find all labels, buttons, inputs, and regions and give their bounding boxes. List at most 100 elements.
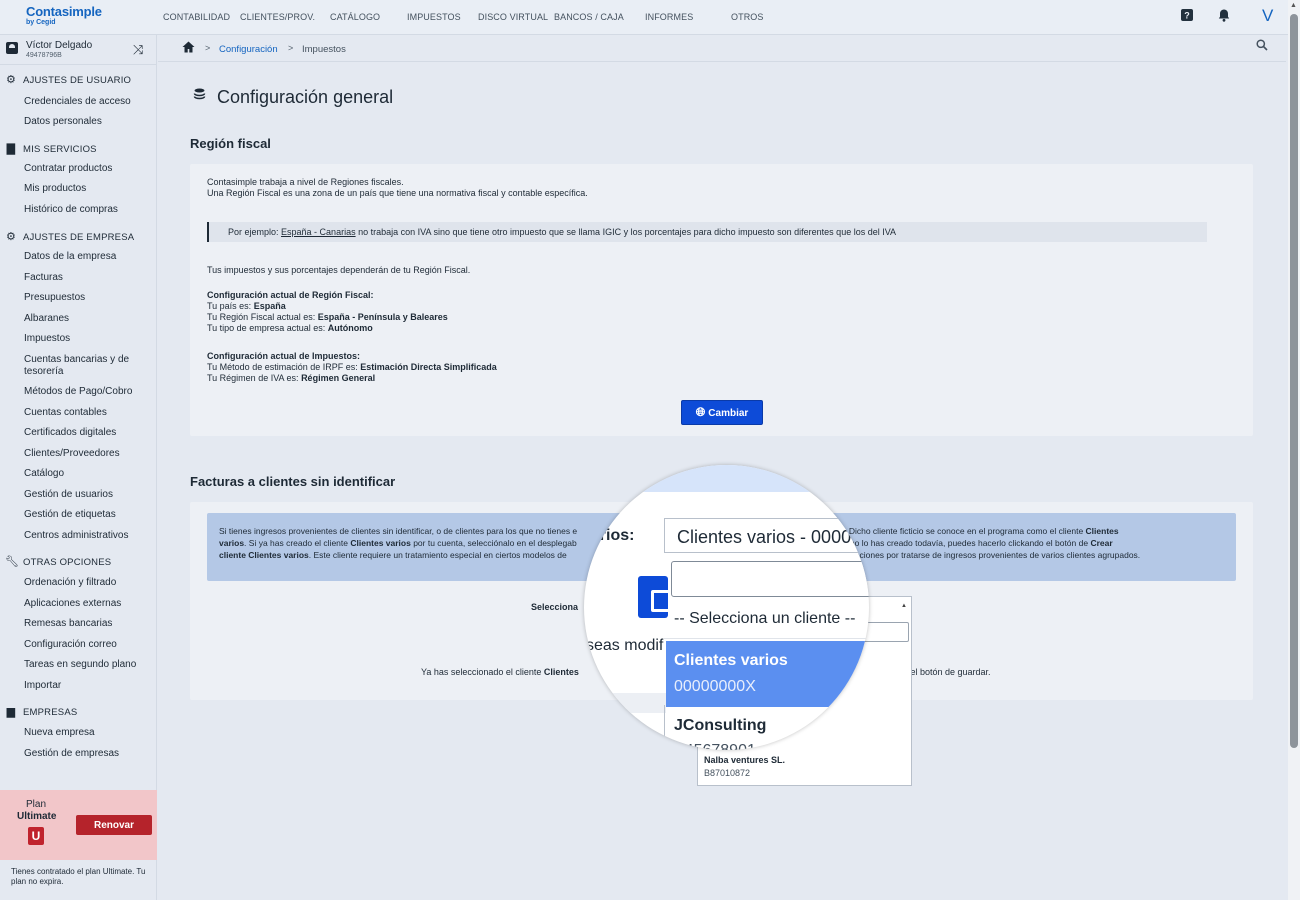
country-line: Tu país es: España (207, 301, 286, 311)
option-jconsulting-name[interactable]: JConsulting (674, 717, 766, 735)
avatar[interactable]: V (1262, 6, 1273, 26)
plan-badge: U (28, 827, 44, 845)
iva-line: Tu Régimen de IVA es: Régimen General (207, 373, 376, 383)
sidebar-item-tareas[interactable]: Tareas en segundo plano (24, 659, 144, 671)
region-intro-1: Contasimple trabaja a nivel de Regiones … (207, 177, 404, 187)
switch-user-icon[interactable]: ⤨ (133, 42, 143, 58)
region-line: Tu Región Fiscal actual es: España - Pen… (207, 312, 448, 322)
sidebar-item-nueva-empresa[interactable]: Nueva empresa (24, 727, 144, 739)
sidebar-item-albaranes[interactable]: Albaranes (24, 313, 144, 325)
sidebar-item-importar[interactable]: Importar (24, 680, 144, 692)
sidebar-section-services: ▇ MIS SERVICIOS (5, 142, 97, 155)
section-title: AJUSTES DE USUARIO (23, 75, 132, 86)
section-title: OTRAS OPCIONES (23, 557, 112, 568)
highlighted-option-name: Clientes varios (674, 652, 788, 669)
sidebar-item-facturas[interactable]: Facturas (24, 272, 144, 284)
gear-icon: ⚙ (5, 74, 17, 86)
sidebar-item-aplicaciones[interactable]: Aplicaciones externas (24, 598, 144, 610)
sidebar-item-gestion-empresas[interactable]: Gestión de empresas (24, 748, 144, 760)
search-icon[interactable] (1256, 39, 1268, 54)
sidebar-item-datos-empresa[interactable]: Datos de la empresa (24, 251, 144, 263)
nav-contabilidad[interactable]: CONTABILIDAD (163, 12, 230, 22)
unidentified-title: Facturas a clientes sin identificar (190, 474, 396, 489)
sidebar-item-cuentas-bancarias[interactable]: Cuentas bancarias y de tesorería (24, 354, 144, 378)
database-icon (193, 88, 206, 104)
sidebar-section-company-settings: ⚙ AJUSTES DE EMPRESA (5, 230, 134, 243)
sidebar-item-gestion-usuarios[interactable]: Gestión de usuarios (24, 489, 144, 501)
nav-bancos-caja[interactable]: BANCOS / CAJA (554, 12, 624, 22)
sidebar-item-impuestos[interactable]: Impuestos (24, 333, 144, 345)
globe-icon: 🌐︎ (695, 405, 706, 419)
bell-icon[interactable] (1218, 9, 1230, 25)
sidebar-item-gestion-etiquetas[interactable]: Gestión de etiquetas (24, 509, 144, 521)
chevron-right-icon: > (205, 43, 211, 53)
page-title: Configuración general (217, 87, 394, 107)
magnified-deseas-text: seas modif (586, 637, 664, 654)
top-navbar: Contasimple by Cegid CONTABILIDAD CLIENT… (0, 0, 1300, 35)
breadcrumb-configuracion[interactable]: Configuración (219, 44, 278, 55)
example-text: Por ejemplo: España - Canarias no trabaj… (228, 227, 897, 237)
sidebar-item-mis-productos[interactable]: Mis productos (24, 183, 144, 195)
brand-sub: by Cegid (26, 19, 56, 26)
user-id: 49478796B (26, 52, 62, 59)
sidebar-section-companies: ▆ EMPRESAS (5, 705, 78, 718)
nav-catalogo[interactable]: CATÁLOGO (330, 12, 380, 22)
caret-up-icon: ▲ (901, 603, 907, 609)
region-depends: Tus impuestos y sus porcentajes depender… (207, 265, 471, 275)
wrench-icon: 🔧︎ (5, 556, 20, 568)
highlighted-option[interactable] (666, 641, 869, 707)
sidebar-item-remesas[interactable]: Remesas bancarias (24, 618, 144, 630)
create-client-button[interactable] (638, 576, 671, 618)
contasimple-logo[interactable]: Contasimple by Cegid (26, 5, 102, 26)
select-client-label: Selecciona (531, 602, 579, 612)
sidebar-item-catalogo[interactable]: Catálogo (24, 468, 144, 480)
sidebar-item-certificados[interactable]: Certificados digitales (24, 427, 144, 439)
dropdown-option-name[interactable]: Nalba ventures SL. (704, 755, 785, 765)
section-title: AJUSTES DE EMPRESA (23, 232, 135, 243)
breadcrumb: > Configuración > Impuestos (158, 35, 1286, 62)
irpf-line: Tu Método de estimación de IRPF es: Esti… (207, 362, 497, 372)
sidebar-item-historico[interactable]: Histórico de compras (24, 204, 144, 216)
scrollbar-thumb[interactable] (1290, 14, 1298, 748)
nav-otros[interactable]: OTROS (731, 12, 764, 22)
sidebar-item-cuentas-contables[interactable]: Cuentas contables (24, 407, 144, 419)
scroll-up-icon[interactable]: ▲ (1290, 2, 1297, 9)
nav-impuestos[interactable]: IMPUESTOS (407, 12, 461, 22)
dropdown-option-id: B87010872 (704, 768, 751, 778)
example-note: Por ejemplo: España - Canarias no trabaj… (207, 222, 1207, 242)
section-title: EMPRESAS (23, 707, 78, 718)
sidebar-item-centros[interactable]: Centros administrativos (24, 530, 144, 542)
sidebar-item-presupuestos[interactable]: Presupuestos (24, 292, 144, 304)
example-link[interactable]: España - Canarias (281, 227, 356, 237)
region-fiscal-title: Región fiscal (190, 136, 271, 151)
plan-note: Tienes contratado el plan Ultimate. Tu p… (11, 867, 146, 886)
selected-client-value: Clientes varios - 0000 (677, 527, 852, 547)
sidebar-item-config-correo[interactable]: Configuración correo (24, 639, 144, 651)
nav-clientes-prov[interactable]: CLIENTES/PROV. (240, 12, 315, 22)
divider (664, 638, 869, 639)
breadcrumb-impuestos: Impuestos (302, 44, 346, 55)
divider (664, 705, 665, 750)
company-type-line: Tu tipo de empresa actual es: Autónomo (207, 323, 373, 333)
sidebar: Víctor Delgado 49478796B ⤨ ⚙ AJUSTES DE U… (0, 35, 157, 900)
nav-disco-virtual[interactable]: DISCO VIRTUAL (478, 12, 548, 22)
sidebar-item-datos-personales[interactable]: Datos personales (24, 116, 144, 128)
select-placeholder-option[interactable]: -- Selecciona un cliente -- (674, 610, 855, 628)
plan-box: Plan Ultimate U Renovar (0, 790, 157, 860)
sidebar-item-clientes-proveedores[interactable]: Clientes/Proveedores (24, 448, 144, 460)
sidebar-item-credenciales[interactable]: Credenciales de acceso (24, 96, 144, 108)
home-icon[interactable] (182, 41, 195, 56)
magnified-client-select[interactable]: Clientes varios - 0000 (664, 518, 869, 553)
sidebar-item-ordenacion[interactable]: Ordenación y filtrado (24, 577, 144, 589)
current-region-title: Configuración actual de Región Fiscal: (207, 290, 374, 300)
sidebar-item-metodos-pago[interactable]: Métodos de Pago/Cobro (24, 386, 144, 398)
magnified-search-input[interactable] (671, 561, 869, 597)
help-icon[interactable]: ? (1181, 9, 1193, 24)
svg-text:?: ? (1184, 11, 1190, 21)
user-box: Víctor Delgado 49478796B ⤨ (0, 35, 157, 65)
renew-button[interactable]: Renovar (76, 815, 152, 835)
change-region-button[interactable]: 🌐︎ Cambiar (681, 400, 763, 425)
sidebar-item-contratar[interactable]: Contratar productos (24, 163, 144, 175)
nav-informes[interactable]: INFORMES (645, 12, 693, 22)
chevron-right-icon: > (288, 43, 294, 53)
